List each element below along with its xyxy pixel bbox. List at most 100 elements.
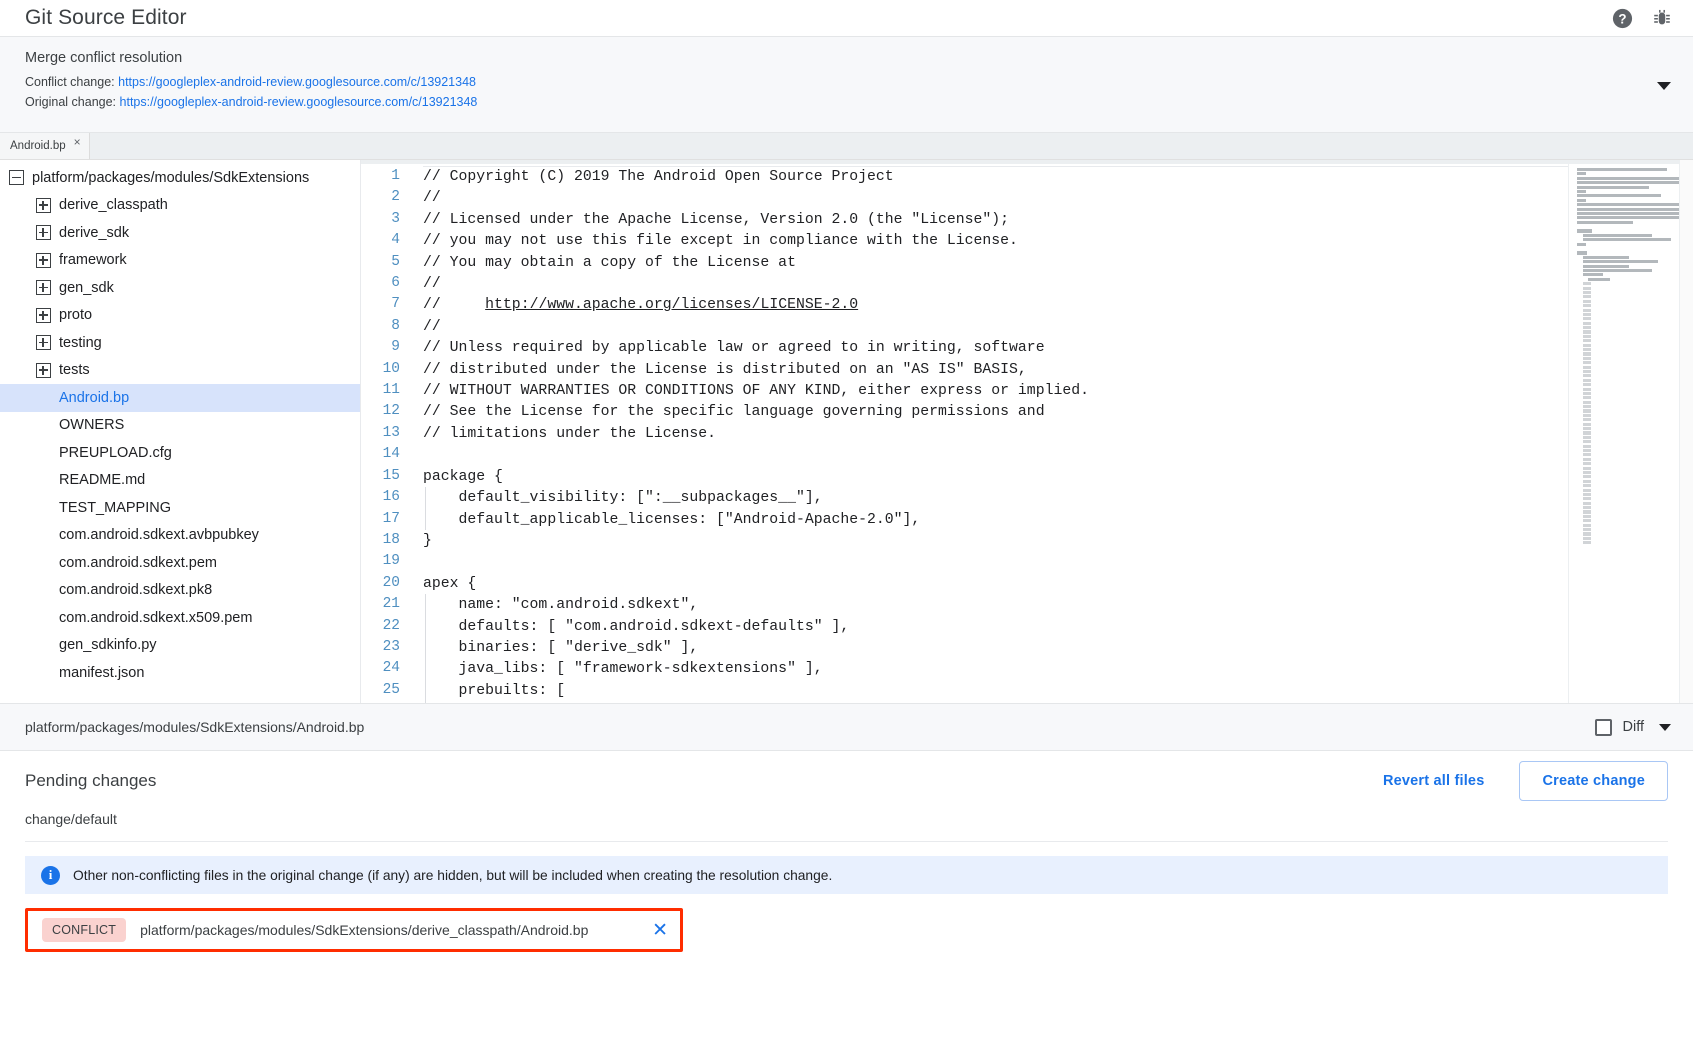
tree-row-folder[interactable]: testing <box>0 329 360 357</box>
code-minimap[interactable] <box>1568 160 1693 703</box>
code-url-link[interactable]: http://www.apache.org/licenses/LICENSE-2… <box>485 297 858 313</box>
code-line[interactable]: defaults: [ "com.android.sdkext-defaults… <box>423 617 1568 638</box>
tree-row-folder[interactable]: derive_classpath <box>0 192 360 220</box>
tree-row-file[interactable]: com.android.sdkext.pem <box>0 549 360 577</box>
code-text[interactable]: // Copyright (C) 2019 The Android Open S… <box>413 166 1568 703</box>
conflict-change-line: Conflict change: https://googleplex-andr… <box>25 75 1668 89</box>
conflict-file-path: platform/packages/modules/SdkExtensions/… <box>140 922 644 938</box>
code-line[interactable]: // You may obtain a copy of the License … <box>423 253 1568 274</box>
code-line[interactable]: "cur_sdkinfo" <box>423 702 1568 703</box>
code-line[interactable]: binaries: [ "derive_sdk" ], <box>423 638 1568 659</box>
expand-plus-icon[interactable] <box>36 225 51 240</box>
code-line[interactable] <box>423 552 1568 573</box>
expand-plus-icon[interactable] <box>36 363 51 378</box>
conflict-change-link[interactable]: https://googleplex-android-review.google… <box>118 75 476 89</box>
tree-row-folder[interactable]: proto <box>0 302 360 330</box>
tree-label: derive_sdk <box>59 225 129 241</box>
code-line[interactable]: default_applicable_licenses: ["Android-A… <box>423 510 1568 531</box>
original-change-link[interactable]: https://googleplex-android-review.google… <box>120 95 478 109</box>
pending-changes-header: Pending changes Revert all files Create … <box>25 751 1668 811</box>
close-icon[interactable]: ✕ <box>652 921 668 940</box>
line-number: 21 <box>361 594 400 615</box>
tab-android-bp[interactable]: Android.bp × <box>0 132 90 159</box>
code-line[interactable]: // Copyright (C) 2019 The Android Open S… <box>423 166 1568 188</box>
code-line[interactable] <box>423 445 1568 466</box>
code-line[interactable]: // limitations under the License. <box>423 424 1568 445</box>
tree-label: OWNERS <box>59 417 124 433</box>
expand-plus-icon[interactable] <box>36 253 51 268</box>
code-line[interactable]: // distributed under the License is dist… <box>423 360 1568 381</box>
expand-plus-icon[interactable] <box>36 308 51 323</box>
expand-plus-icon[interactable] <box>36 198 51 213</box>
tree-row-folder[interactable]: gen_sdk <box>0 274 360 302</box>
expand-plus-icon[interactable] <box>36 280 51 295</box>
tree-label: framework <box>59 252 127 268</box>
editor-scrollbar[interactable] <box>1679 160 1693 703</box>
tree-label: derive_classpath <box>59 197 168 213</box>
tree-row-file[interactable]: OWNERS <box>0 412 360 440</box>
minimap-line <box>1583 344 1592 347</box>
tree-row-file[interactable]: TEST_MAPPING <box>0 494 360 522</box>
minimap-line <box>1583 265 1629 268</box>
code-line[interactable]: // <box>423 188 1568 209</box>
minimap-line <box>1583 300 1592 303</box>
tree-row-file-selected[interactable]: Android.bp <box>0 384 360 412</box>
tree-row-file[interactable]: gen_sdkinfo.py <box>0 632 360 660</box>
code-scroll-area[interactable]: 1234567891011121314151617181920212223242… <box>361 160 1568 703</box>
create-change-button[interactable]: Create change <box>1519 761 1668 801</box>
code-line[interactable]: java_libs: [ "framework-sdkextensions" ]… <box>423 659 1568 680</box>
code-line[interactable]: apex { <box>423 574 1568 595</box>
code-line[interactable]: // WITHOUT WARRANTIES OR CONDITIONS OF A… <box>423 381 1568 402</box>
minimap-line <box>1583 287 1592 290</box>
tree-row-file[interactable]: com.android.sdkext.avbpubkey <box>0 522 360 550</box>
code-line[interactable]: package { <box>423 467 1568 488</box>
diff-control: Diff <box>1595 719 1672 736</box>
minimap-line <box>1583 467 1592 470</box>
minimap-line <box>1583 370 1592 373</box>
line-number: 2 <box>361 187 400 208</box>
line-number: 17 <box>361 509 400 530</box>
code-line[interactable]: } <box>423 531 1568 552</box>
tree-row-folder[interactable]: derive_sdk <box>0 219 360 247</box>
minimap-line <box>1583 291 1592 294</box>
expand-plus-icon[interactable] <box>36 335 51 350</box>
tree-row-file[interactable]: README.md <box>0 467 360 495</box>
minimap-line <box>1577 194 1661 197</box>
minimap-line <box>1583 352 1592 355</box>
code-line[interactable]: default_visibility: [":__subpackages__"]… <box>423 488 1568 509</box>
minimap-line <box>1583 374 1592 377</box>
tree-row-root[interactable]: platform/packages/modules/SdkExtensions <box>0 164 360 192</box>
tree-row-file[interactable]: com.android.sdkext.pk8 <box>0 577 360 605</box>
code-line[interactable]: // See the License for the specific lang… <box>423 402 1568 423</box>
code-line[interactable]: // you may not use this file except in c… <box>423 231 1568 252</box>
close-icon[interactable]: × <box>74 136 81 148</box>
pending-changes-section: Pending changes Revert all files Create … <box>0 751 1693 952</box>
code-line[interactable]: // Unless required by applicable law or … <box>423 338 1568 359</box>
code-line[interactable]: prebuilts: [ <box>423 681 1568 702</box>
code-editor[interactable]: 1234567891011121314151617181920212223242… <box>360 160 1693 703</box>
tree-row-file[interactable]: PREUPLOAD.cfg <box>0 439 360 467</box>
revert-all-files-button[interactable]: Revert all files <box>1383 773 1485 789</box>
minimap-line <box>1583 238 1672 241</box>
chevron-down-icon[interactable] <box>1659 724 1671 731</box>
chevron-down-icon[interactable] <box>1657 82 1671 90</box>
tree-row-folder[interactable]: framework <box>0 247 360 275</box>
code-line[interactable]: // <box>423 317 1568 338</box>
tree-row-file[interactable]: com.android.sdkext.x509.pem <box>0 604 360 632</box>
minimap-line <box>1577 190 1586 193</box>
tree-row-folder[interactable]: tests <box>0 357 360 385</box>
tree-row-file[interactable]: manifest.json <box>0 659 360 687</box>
code-line[interactable]: name: "com.android.sdkext", <box>423 595 1568 616</box>
conflict-file-row[interactable]: CONFLICT platform/packages/modules/SdkEx… <box>25 908 683 952</box>
minimap-line <box>1583 427 1592 430</box>
code-line[interactable]: // Licensed under the Apache License, Ve… <box>423 210 1568 231</box>
code-line[interactable]: // <box>423 274 1568 295</box>
help-circle-icon[interactable]: ? <box>1609 5 1635 31</box>
minimap-line <box>1583 414 1592 417</box>
minimap-line <box>1583 282 1592 285</box>
diff-checkbox[interactable] <box>1595 719 1612 736</box>
code-line[interactable]: // http://www.apache.org/licenses/LICENS… <box>423 295 1568 316</box>
collapse-minus-icon[interactable] <box>9 170 24 185</box>
bug-icon[interactable] <box>1649 5 1675 31</box>
minimap-line <box>1583 537 1592 540</box>
